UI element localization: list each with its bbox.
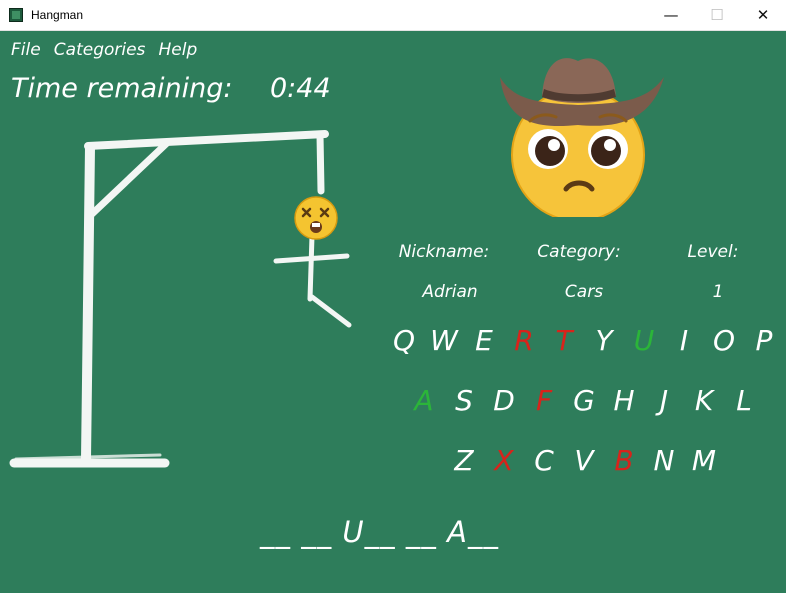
letter-key-i[interactable]: I <box>666 324 702 357</box>
letter-key-b[interactable]: B <box>606 444 642 477</box>
letter-key-l[interactable]: L <box>726 384 762 417</box>
window-title: Hangman <box>31 8 84 22</box>
level-value: 1 <box>712 282 724 302</box>
close-button[interactable]: ✕ <box>740 0 786 31</box>
minimize-button[interactable]: — <box>648 0 694 31</box>
maximize-button[interactable]: ☐ <box>694 0 740 31</box>
level-label: Level: <box>687 242 739 262</box>
category-label: Category: <box>537 242 621 262</box>
pleading-cowboy-emoji <box>500 58 664 217</box>
figure-arms <box>273 253 350 264</box>
figure-body <box>307 233 315 302</box>
letter-key-f[interactable]: F <box>526 384 562 417</box>
letter-key-y[interactable]: Y <box>586 324 622 357</box>
letter-key-w[interactable]: W <box>426 324 462 357</box>
letter-key-g[interactable]: G <box>566 384 602 417</box>
letter-key-j[interactable]: J <box>646 384 682 417</box>
category-value: Cars <box>564 282 604 302</box>
game-board: File Categories Help Time remaining: 0:4… <box>0 31 786 593</box>
letter-key-u[interactable]: U <box>626 324 662 357</box>
letter-key-n[interactable]: N <box>646 444 682 477</box>
nickname-value: Adrian <box>422 282 478 302</box>
letter-key-x[interactable]: X <box>486 444 522 477</box>
dizzy-dead-face-emoji <box>294 196 338 240</box>
letter-key-q[interactable]: Q <box>386 324 422 357</box>
figure-leg <box>309 294 352 328</box>
letter-key-d[interactable]: D <box>486 384 522 417</box>
hangman-app-icon <box>9 8 23 22</box>
letter-key-k[interactable]: K <box>686 384 722 417</box>
window-title-bar[interactable]: Hangman — ☐ ✕ <box>0 0 786 31</box>
letter-key-t[interactable]: T <box>546 324 582 357</box>
gallows-rope-post <box>316 131 325 195</box>
letter-key-v[interactable]: V <box>566 444 602 477</box>
hidden-word: __ __ U__ __ A__ <box>260 515 499 549</box>
gallows-beam <box>84 130 329 150</box>
letter-key-p[interactable]: P <box>746 324 782 357</box>
nickname-label: Nickname: <box>398 242 490 262</box>
letter-key-h[interactable]: H <box>606 384 642 417</box>
letter-key-c[interactable]: C <box>526 444 562 477</box>
letter-key-a[interactable]: A <box>406 384 442 417</box>
letter-key-m[interactable]: M <box>686 444 722 477</box>
letter-key-e[interactable]: E <box>466 324 502 357</box>
letter-key-s[interactable]: S <box>446 384 482 417</box>
letter-key-r[interactable]: R <box>506 324 542 357</box>
gallows-brace <box>88 139 171 218</box>
gallows-pole <box>81 142 95 464</box>
letter-key-o[interactable]: O <box>706 324 742 357</box>
letter-key-z[interactable]: Z <box>446 444 482 477</box>
